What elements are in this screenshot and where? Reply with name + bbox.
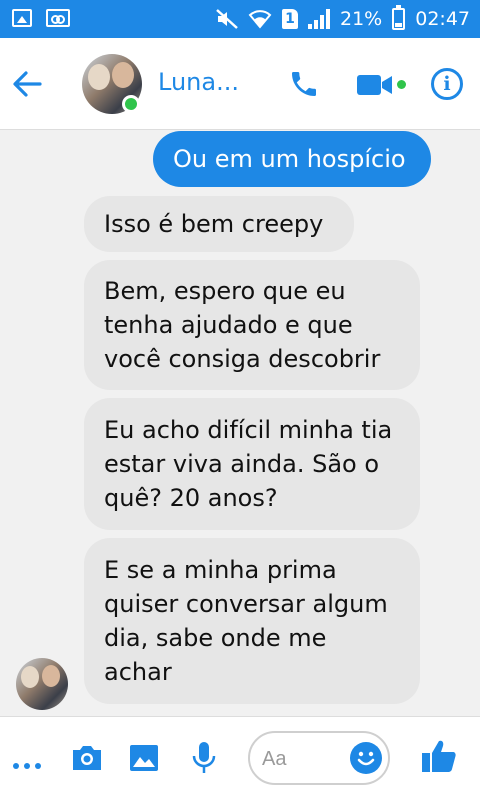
- sim-indicator: 1: [282, 9, 298, 29]
- gallery-icon[interactable]: [128, 743, 160, 777]
- message-input[interactable]: [262, 746, 352, 772]
- mic-icon[interactable]: [192, 741, 216, 779]
- camera-icon[interactable]: [70, 743, 104, 777]
- video-call-icon[interactable]: [356, 72, 394, 98]
- message-bubble-outgoing[interactable]: Ou em um hospício: [153, 131, 431, 187]
- phone-call-icon[interactable]: [288, 68, 320, 100]
- message-bubble-incoming[interactable]: Eu acho difícil minha tia estar viva ain…: [84, 398, 420, 530]
- wifi-icon: [248, 9, 272, 29]
- video-active-indicator: [397, 80, 406, 89]
- message-text: Ou em um hospício: [173, 145, 406, 173]
- notification-icons: [12, 9, 70, 27]
- mute-icon: [216, 9, 238, 29]
- thumbs-up-icon[interactable]: [420, 737, 458, 779]
- conversation-header: Luna... i: [0, 38, 480, 130]
- sender-avatar[interactable]: [16, 658, 68, 710]
- contact-name[interactable]: Luna...: [158, 68, 239, 96]
- message-text: Eu acho difícil minha tia estar viva ain…: [104, 416, 393, 512]
- message-bubble-incoming[interactable]: Isso é bem creepy: [84, 196, 354, 252]
- voicemail-icon: [46, 9, 70, 27]
- message-compose[interactable]: [248, 731, 390, 785]
- clock: 02:47: [415, 8, 470, 30]
- message-text: Bem, espero que eu tenha ajudado e que v…: [104, 277, 381, 373]
- battery-icon: [392, 5, 406, 30]
- message-bubble-incoming[interactable]: E se a minha prima quiser conversar algu…: [84, 538, 420, 704]
- message-text: Isso é bem creepy: [104, 210, 324, 238]
- emoji-icon[interactable]: [350, 742, 382, 774]
- online-indicator: [122, 95, 140, 113]
- status-bar: 1 21% 02:47: [0, 0, 480, 38]
- image-notification-icon: [12, 9, 32, 27]
- composer-bar: [0, 716, 480, 800]
- message-bubble-incoming[interactable]: Bem, espero que eu tenha ajudado e que v…: [84, 260, 420, 390]
- message-text: E se a minha prima quiser conversar algu…: [104, 556, 388, 686]
- more-icon[interactable]: [12, 755, 42, 774]
- signal-icon: [308, 9, 330, 29]
- back-arrow-icon[interactable]: [12, 70, 42, 98]
- battery-percent: 21%: [340, 8, 383, 30]
- info-icon[interactable]: i: [431, 68, 463, 100]
